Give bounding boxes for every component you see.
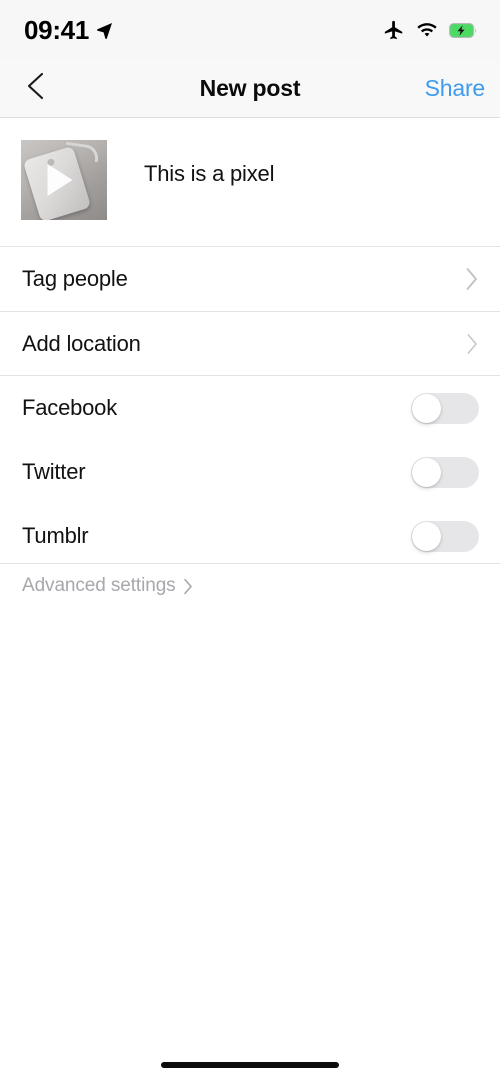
status-bar-clock: 09:41 (24, 14, 89, 45)
chevron-right-icon (466, 333, 479, 355)
location-arrow-icon (96, 22, 113, 39)
navigation-bar: New post Share (0, 60, 500, 118)
new-post-screen: 09:41 New post Share This is a pixel Tag… (0, 0, 500, 1080)
row-label: Tag people (22, 266, 128, 291)
chevron-right-icon (465, 267, 479, 291)
facebook-toggle[interactable] (411, 392, 479, 424)
row-facebook[interactable]: Facebook (0, 376, 500, 440)
status-bar-left: 09:41 (24, 15, 113, 46)
play-icon (47, 164, 73, 196)
tumblr-toggle[interactable] (411, 520, 479, 552)
caption-row[interactable]: This is a pixel (0, 118, 500, 246)
status-bar: 09:41 (0, 0, 500, 60)
home-indicator (161, 1062, 339, 1068)
toggle-knob (412, 393, 441, 423)
toggle-knob (412, 457, 441, 487)
row-label: Twitter (22, 459, 86, 484)
divider (0, 563, 500, 564)
advanced-settings-label: Advanced settings (22, 575, 176, 596)
twitter-toggle[interactable] (411, 456, 479, 488)
battery-charging-icon (449, 22, 478, 38)
row-add-location[interactable]: Add location (0, 312, 500, 376)
wifi-icon (416, 22, 438, 39)
media-thumbnail[interactable] (21, 140, 107, 220)
row-twitter[interactable]: Twitter (0, 440, 500, 504)
status-bar-right (383, 19, 478, 41)
row-label: Tumblr (22, 523, 89, 548)
row-label: Facebook (22, 395, 118, 420)
airplane-mode-icon (383, 19, 405, 41)
row-label: Add location (22, 331, 141, 356)
toggle-knob (412, 521, 441, 551)
advanced-settings-link[interactable]: Advanced settings (22, 575, 193, 597)
row-tag-people[interactable]: Tag people (0, 247, 500, 311)
caption-input[interactable]: This is a pixel (144, 161, 274, 187)
chevron-right-icon (183, 578, 193, 595)
share-button[interactable]: Share (425, 75, 486, 102)
row-tumblr[interactable]: Tumblr (0, 504, 500, 568)
